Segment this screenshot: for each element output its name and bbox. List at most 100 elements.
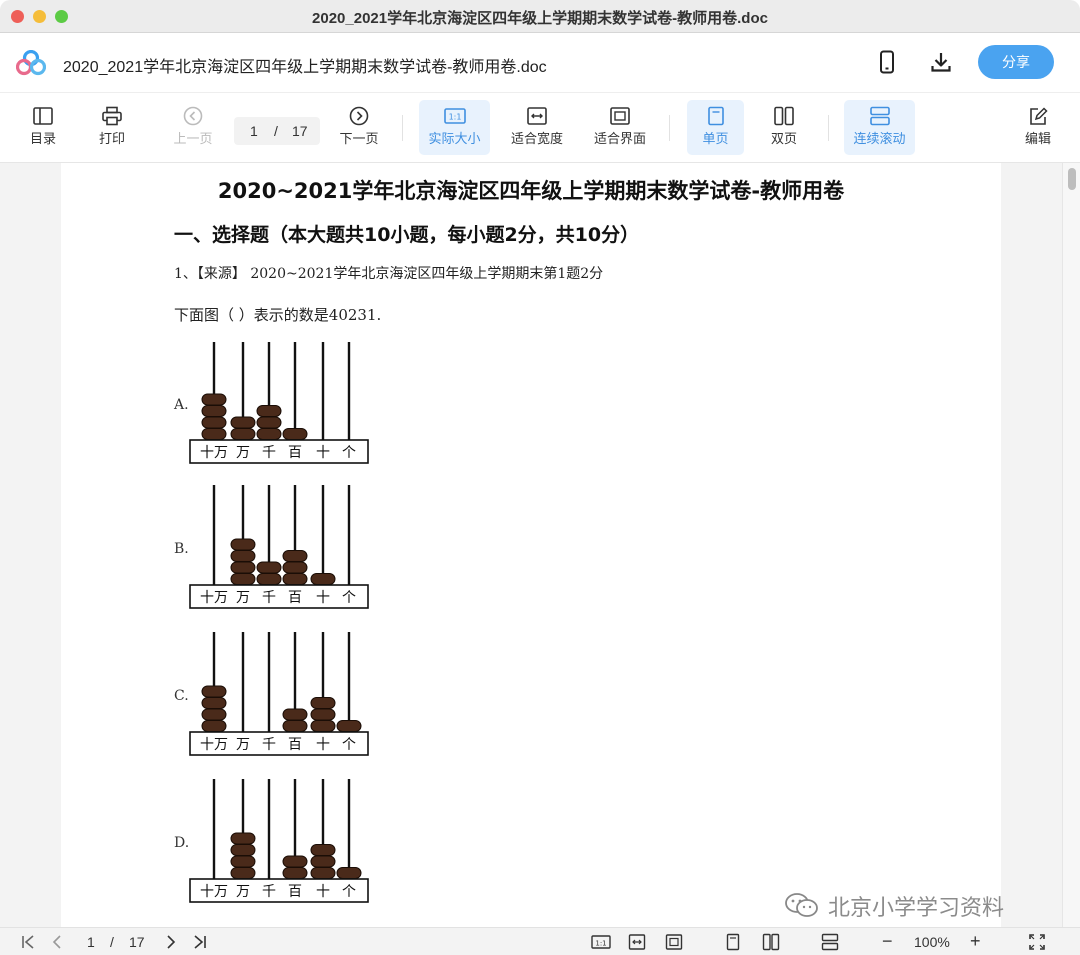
- abacus-bead: [230, 416, 256, 429]
- abacus-bead: [201, 708, 227, 721]
- share-button[interactable]: 分享: [978, 45, 1054, 79]
- svg-text:1:1: 1:1: [595, 940, 606, 948]
- toolbar-divider: [669, 115, 670, 141]
- actual-size-label: 实际大小: [428, 131, 481, 146]
- next-page-icon[interactable]: [162, 933, 180, 951]
- toc-button[interactable]: 目录: [18, 100, 68, 155]
- phone-icon[interactable]: [877, 50, 897, 74]
- first-page-icon[interactable]: [20, 933, 38, 951]
- abacus-bead: [201, 720, 227, 732]
- toc-label: 目录: [29, 131, 56, 146]
- prev-page-label: 上一页: [173, 131, 213, 146]
- actual-size-icon: 1:1: [443, 108, 466, 124]
- abacus-bead: [256, 405, 282, 417]
- place-value-label: 万: [236, 445, 250, 461]
- edit-button[interactable]: 编辑: [1014, 100, 1062, 155]
- svg-text:1:1: 1:1: [448, 113, 461, 122]
- print-button[interactable]: 打印: [87, 100, 137, 155]
- abacus-bead: [230, 832, 256, 845]
- option-label-c: C.: [174, 688, 189, 704]
- watermark-text: 北京小学学习资料: [828, 896, 1005, 921]
- actual-size-button[interactable]: 1:1 实际大小: [419, 100, 490, 155]
- abacus-bead: [201, 685, 227, 698]
- abacus-option-b: 十万万千百十个: [189, 485, 369, 609]
- continuous-scroll-icon: [869, 106, 890, 126]
- single-page-button[interactable]: 单页: [687, 100, 744, 155]
- abacus-bead: [310, 697, 336, 709]
- document-title: 2020_2021学年北京海淀区四年级上学期期末数学试卷-教师用卷.doc: [63, 59, 547, 76]
- question-stem: 下面图（ ）表示的数是40231.: [174, 306, 382, 324]
- place-value-label: 个: [342, 737, 356, 753]
- continuous-scroll-label: 连续滚动: [853, 131, 906, 146]
- fit-width-label: 适合宽度: [510, 131, 563, 146]
- double-page-button[interactable]: 双页: [758, 100, 810, 155]
- abacus-bead: [201, 428, 227, 440]
- actual-size-small-icon[interactable]: 1:1: [591, 933, 611, 951]
- download-icon[interactable]: [929, 50, 953, 74]
- abacus-option-d: 十万万千百十个: [189, 779, 369, 903]
- current-page: 1: [250, 123, 258, 139]
- window-titlebar: 2020_2021学年北京海淀区四年级上学期期末数学试卷-教师用卷.doc: [0, 0, 1080, 33]
- double-page-small-icon[interactable]: [762, 933, 780, 951]
- place-value-label: 十: [316, 884, 330, 900]
- fit-page-small-icon[interactable]: [665, 933, 683, 951]
- status-total-pages: 17: [129, 934, 145, 950]
- sidebar-icon: [33, 107, 53, 125]
- app-header: 2020_2021学年北京海淀区四年级上学期期末数学试卷-教师用卷.doc 分享: [0, 33, 1080, 93]
- toolbar-divider: [828, 115, 829, 141]
- abacus-bead: [336, 720, 362, 732]
- prev-page-icon[interactable]: [48, 933, 66, 951]
- wechat-icon: [785, 893, 818, 917]
- last-page-icon[interactable]: [190, 933, 208, 951]
- next-page-label: 下一页: [339, 131, 379, 146]
- place-value-label: 百: [288, 590, 302, 606]
- zoom-level: 100%: [914, 934, 950, 950]
- abacus-bead: [310, 855, 336, 868]
- abacus-bead: [282, 855, 308, 868]
- single-page-small-icon[interactable]: [724, 933, 742, 951]
- fullscreen-icon[interactable]: [1028, 933, 1046, 951]
- place-value-label: 十: [316, 737, 330, 753]
- continuous-scroll-button[interactable]: 连续滚动: [844, 100, 915, 155]
- fit-width-button[interactable]: 适合宽度: [503, 100, 571, 155]
- abacus-bead: [201, 697, 227, 709]
- option-label-a: A.: [174, 397, 189, 413]
- option-label-b: B.: [174, 541, 189, 557]
- place-value-label: 千: [262, 737, 276, 753]
- place-value-label: 千: [262, 445, 276, 461]
- fit-width-small-icon[interactable]: [628, 933, 646, 951]
- continuous-scroll-small-icon[interactable]: [821, 933, 839, 951]
- vertical-scrollbar[interactable]: [1062, 163, 1080, 927]
- place-value-label: 十万: [200, 737, 228, 753]
- abacus-bead: [201, 393, 227, 406]
- option-label-d: D.: [174, 835, 190, 851]
- scrollbar-thumb[interactable]: [1068, 168, 1076, 190]
- abacus-bead: [282, 867, 308, 879]
- abacus-bead: [310, 844, 336, 856]
- place-value-label: 千: [262, 590, 276, 606]
- abacus-bead: [282, 550, 308, 562]
- document-viewport[interactable]: 2020~2021学年北京海淀区四年级上学期期末数学试卷-教师用卷 一、选择题（…: [0, 163, 1080, 927]
- double-page-label: 双页: [770, 131, 797, 146]
- toolbar-divider: [402, 115, 403, 141]
- abacus-bead: [282, 561, 308, 574]
- next-page-button[interactable]: 下一页: [330, 100, 388, 155]
- fit-page-button[interactable]: 适合界面: [586, 100, 654, 155]
- zoom-in-button[interactable]: +: [970, 931, 981, 952]
- abacus-bead: [282, 573, 308, 585]
- status-current-page[interactable]: 1: [87, 934, 95, 950]
- chevron-right-circle-icon: [349, 106, 369, 126]
- place-value-label: 十万: [200, 445, 228, 461]
- zoom-out-button[interactable]: −: [882, 931, 893, 952]
- edit-icon: [1030, 107, 1048, 125]
- abacus-option-a: 十万万千百十个: [189, 342, 369, 464]
- abacus-bead: [310, 573, 336, 585]
- abacus-bead: [230, 550, 256, 562]
- edit-label: 编辑: [1024, 131, 1051, 146]
- abacus-bead: [310, 720, 336, 732]
- fit-width-icon: [527, 107, 547, 125]
- abacus-bead: [336, 867, 362, 879]
- printer-icon: [102, 106, 122, 126]
- page-number-input[interactable]: 1 / 17: [234, 117, 320, 145]
- prev-page-button[interactable]: 上一页: [164, 100, 222, 155]
